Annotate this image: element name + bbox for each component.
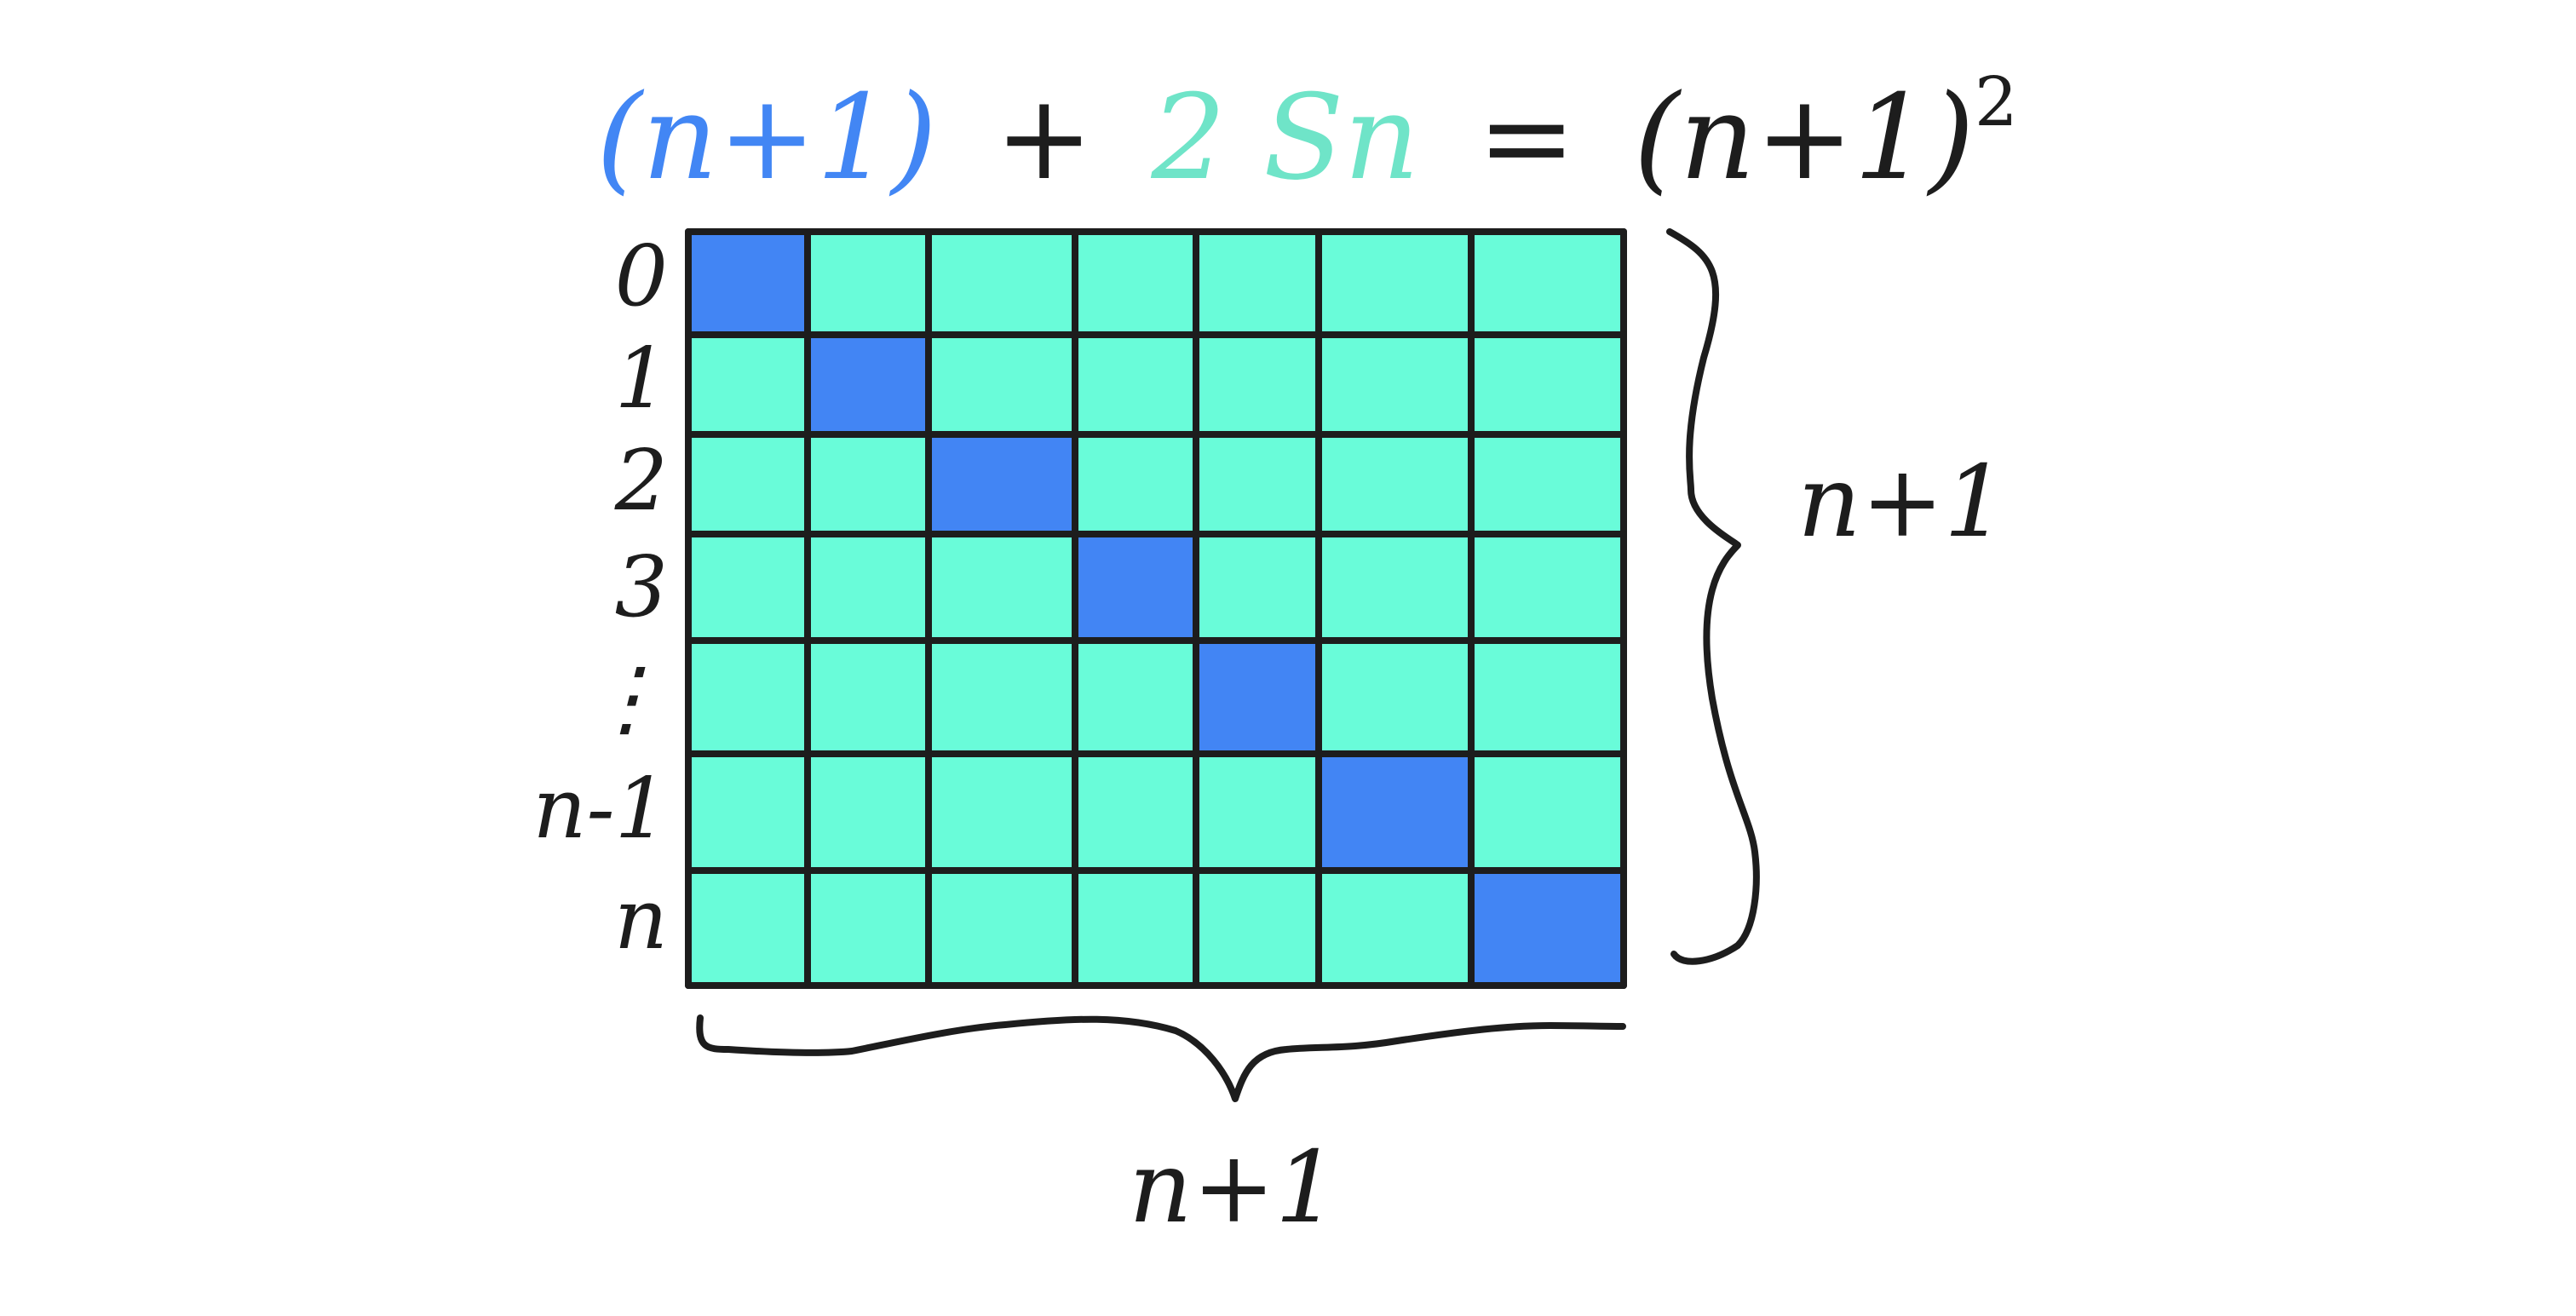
grid-cell (1475, 338, 1620, 431)
row-label-0: 0 (614, 228, 668, 325)
grid-cell (692, 537, 804, 637)
grid-cell (692, 874, 804, 982)
grid-cell (932, 338, 1072, 431)
grid-cell (1322, 338, 1468, 431)
grid-cell (1475, 235, 1620, 331)
grid-cell (1078, 338, 1193, 431)
right-brace (1666, 228, 1760, 965)
grid-cell (1078, 438, 1193, 531)
grid-cell (1199, 235, 1315, 331)
row-label-3: 3 (614, 539, 668, 636)
grid-cell (1199, 874, 1315, 982)
grid-cell (811, 757, 925, 867)
grid-cell (1078, 757, 1193, 867)
grid-cell (1475, 438, 1620, 531)
row-label-2: 2 (614, 433, 668, 530)
grid-cell (811, 644, 925, 750)
diagonal-cell (1322, 757, 1468, 867)
grid-cell (1475, 537, 1620, 637)
grid-cell (811, 235, 925, 331)
diagonal-cell (1078, 537, 1193, 637)
diagonal-cell (692, 235, 804, 331)
grid-cell (1322, 537, 1468, 637)
grid-cell (1322, 644, 1468, 750)
diagonal-cell (1199, 644, 1315, 750)
row-label-dots: ⋮ (584, 650, 668, 747)
grid-cell (811, 537, 925, 637)
grid-cell (1078, 235, 1193, 331)
row-label-1: 1 (614, 330, 668, 428)
grid-cell (1475, 644, 1620, 750)
grid-cell (692, 757, 804, 867)
grid-cell (1475, 757, 1620, 867)
grid-cell (932, 874, 1072, 982)
grid-cell (932, 537, 1072, 637)
bottom-dimension-label: n+1 (1129, 1130, 1338, 1245)
grid-cell (1322, 874, 1468, 982)
diagonal-cell (932, 438, 1072, 531)
grid-cell (811, 438, 925, 531)
grid-cell (1199, 537, 1315, 637)
grid-cell (811, 874, 925, 982)
grid-cell (1199, 338, 1315, 431)
grid-cell (932, 235, 1072, 331)
row-label-n: n (613, 871, 668, 968)
right-dimension-label: n+1 (1797, 445, 2007, 560)
grid-cell (932, 757, 1072, 867)
grid-cell (692, 438, 804, 531)
row-label-n-minus-1: n-1 (532, 761, 668, 858)
grid-cell (1078, 644, 1193, 750)
diagram-canvas (685, 228, 1760, 1102)
grid-cell (1199, 438, 1315, 531)
bottom-brace (696, 1014, 1626, 1102)
grid-cell (1322, 235, 1468, 331)
grid-cell (1322, 438, 1468, 531)
grid-cell (1199, 757, 1315, 867)
diagonal-cell (811, 338, 925, 431)
grid-cell (692, 338, 804, 431)
diagonal-cell (1475, 874, 1620, 982)
grid-cell (1078, 874, 1193, 982)
grid-cell (932, 644, 1072, 750)
grid-cell (692, 644, 804, 750)
